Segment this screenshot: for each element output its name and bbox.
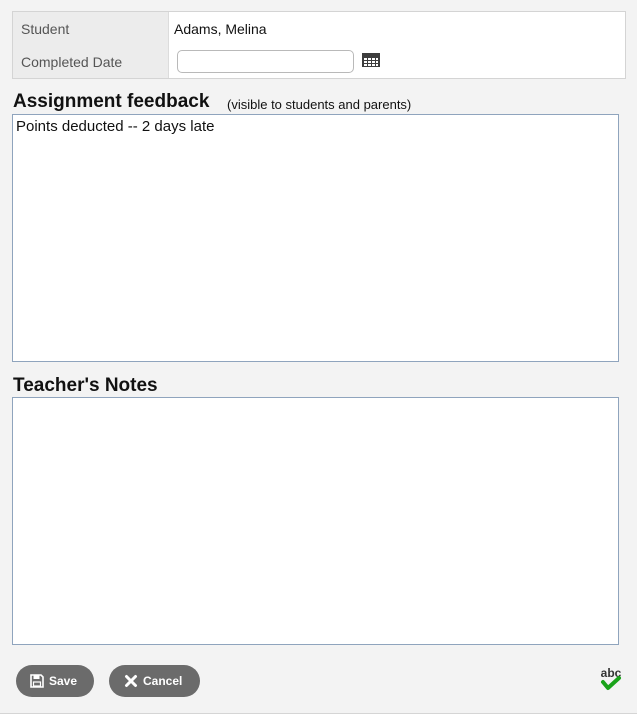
student-name: Adams, Melina	[174, 21, 267, 37]
completed-date-label: Completed Date	[21, 54, 123, 70]
visibility-note: (visible to students and parents)	[227, 97, 412, 112]
assignment-feedback-heading: Assignment feedback	[13, 91, 210, 112]
teachers-notes-heading: Teacher's Notes	[13, 375, 158, 396]
assignment-feedback-dialog: Student Adams, Melina Completed Date Ass…	[0, 0, 637, 714]
assignment-feedback-textarea[interactable]: Points deducted -- 2 days late	[12, 114, 619, 362]
student-info-table: Student Adams, Melina Completed Date	[12, 11, 626, 79]
save-icon	[30, 674, 44, 688]
calendar-icon[interactable]	[362, 53, 380, 67]
save-button[interactable]: Save	[16, 665, 94, 697]
save-button-label: Save	[49, 674, 78, 688]
cancel-button[interactable]: Cancel	[109, 665, 200, 697]
spell-check-icon[interactable]: abc	[596, 665, 626, 693]
cancel-button-label: Cancel	[143, 674, 183, 688]
student-label: Student	[21, 21, 70, 37]
teachers-notes-textarea[interactable]	[12, 397, 619, 645]
completed-date-input[interactable]	[177, 50, 354, 73]
close-icon	[125, 675, 137, 687]
